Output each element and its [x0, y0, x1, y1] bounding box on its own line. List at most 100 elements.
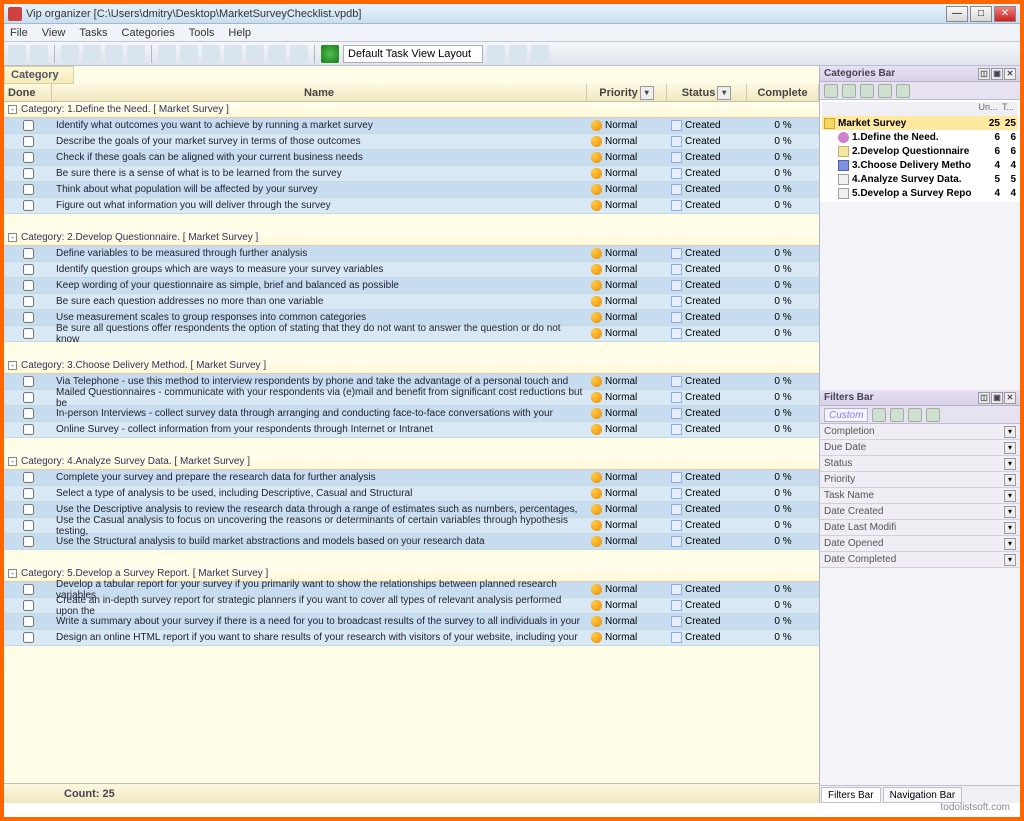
fil-tb-btn[interactable] [926, 408, 940, 422]
group-header[interactable]: -Category: 1.Define the Need. [ Market S… [4, 102, 819, 118]
cat-tb-btn[interactable] [842, 84, 856, 98]
tree-item[interactable]: Market Survey2525 [822, 116, 1018, 130]
dropdown-icon[interactable]: ▾ [1004, 458, 1016, 470]
menu-file[interactable]: File [10, 27, 28, 39]
task-row[interactable]: Complete your survey and prepare the res… [4, 470, 819, 486]
collapse-icon[interactable]: - [8, 457, 17, 466]
menu-tasks[interactable]: Tasks [79, 27, 107, 39]
done-checkbox[interactable] [23, 136, 34, 147]
minimize-button[interactable]: — [946, 6, 968, 22]
cat-tb-btn[interactable] [824, 84, 838, 98]
done-checkbox[interactable] [23, 424, 34, 435]
collapse-icon[interactable]: - [8, 105, 17, 114]
task-row[interactable]: Write a summary about your survey if the… [4, 614, 819, 630]
dropdown-icon[interactable]: ▾ [1004, 538, 1016, 550]
maximize-button[interactable]: □ [970, 6, 992, 22]
task-row[interactable]: Design an online HTML report if you want… [4, 630, 819, 646]
fil-tb-btn[interactable] [872, 408, 886, 422]
filter-row[interactable]: Status▾ [820, 456, 1020, 472]
toolbar-btn[interactable] [487, 45, 505, 63]
toolbar-btn[interactable] [531, 45, 549, 63]
dropdown-icon[interactable]: ▾ [640, 86, 654, 100]
close-button[interactable]: ✕ [994, 6, 1016, 22]
task-row[interactable]: Describe the goals of your market survey… [4, 134, 819, 150]
task-row[interactable]: Identify what outcomes you want to achie… [4, 118, 819, 134]
dropdown-icon[interactable]: ▾ [1004, 554, 1016, 566]
done-checkbox[interactable] [23, 520, 34, 531]
done-checkbox[interactable] [23, 616, 34, 627]
task-row[interactable]: Use the Casual analysis to focus on unco… [4, 518, 819, 534]
fil-tb-btn[interactable] [890, 408, 904, 422]
play-icon[interactable] [321, 45, 339, 63]
filter-row[interactable]: Task Name▾ [820, 488, 1020, 504]
done-checkbox[interactable] [23, 296, 34, 307]
group-header[interactable]: -Category: 3.Choose Delivery Method. [ M… [4, 358, 819, 374]
fil-tb-btn[interactable] [908, 408, 922, 422]
collapse-icon[interactable]: - [8, 569, 17, 578]
task-row[interactable]: Be sure all questions offer respondents … [4, 326, 819, 342]
tree-item[interactable]: 2.Develop Questionnaire66 [822, 144, 1018, 158]
dropdown-icon[interactable]: ▾ [1004, 490, 1016, 502]
dropdown-icon[interactable]: ▾ [1004, 522, 1016, 534]
done-checkbox[interactable] [23, 536, 34, 547]
panel-btn[interactable]: ◫ [978, 68, 990, 80]
done-checkbox[interactable] [23, 152, 34, 163]
toolbar-btn[interactable] [61, 45, 79, 63]
dropdown-icon[interactable]: ▾ [1004, 506, 1016, 518]
done-checkbox[interactable] [23, 280, 34, 291]
task-row[interactable]: Figure out what information you will del… [4, 198, 819, 214]
filter-row[interactable]: Completion▾ [820, 424, 1020, 440]
grid-body[interactable]: -Category: 1.Define the Need. [ Market S… [4, 102, 819, 783]
menu-categories[interactable]: Categories [122, 27, 175, 39]
task-row[interactable]: Online Survey - collect information from… [4, 422, 819, 438]
filter-row[interactable]: Date Opened▾ [820, 536, 1020, 552]
toolbar-btn[interactable] [509, 45, 527, 63]
task-row[interactable]: Use the Structural analysis to build mar… [4, 534, 819, 550]
toolbar-btn[interactable] [8, 45, 26, 63]
toolbar-btn[interactable] [83, 45, 101, 63]
panel-close-icon[interactable]: ✕ [1004, 68, 1016, 80]
task-row[interactable]: Think about what population will be affe… [4, 182, 819, 198]
layout-dropdown[interactable]: Default Task View Layout [343, 45, 483, 63]
toolbar-btn[interactable] [246, 45, 264, 63]
toolbar-btn[interactable] [224, 45, 242, 63]
collapse-icon[interactable]: - [8, 233, 17, 242]
task-row[interactable]: Keep wording of your questionnaire as si… [4, 278, 819, 294]
done-checkbox[interactable] [23, 488, 34, 499]
toolbar-btn[interactable] [202, 45, 220, 63]
task-row[interactable]: Mailed Questionnaires - communicate with… [4, 390, 819, 406]
panel-btn[interactable]: ▣ [991, 392, 1003, 404]
done-checkbox[interactable] [23, 168, 34, 179]
tab-filters-bar[interactable]: Filters Bar [821, 787, 881, 803]
panel-close-icon[interactable]: ✕ [1004, 392, 1016, 404]
done-checkbox[interactable] [23, 120, 34, 131]
done-checkbox[interactable] [23, 376, 34, 387]
filter-row[interactable]: Date Completed▾ [820, 552, 1020, 568]
col-name[interactable]: Name [52, 84, 587, 101]
dropdown-icon[interactable]: ▾ [1004, 474, 1016, 486]
col-status[interactable]: Status▾ [667, 84, 747, 101]
task-row[interactable]: Create an in-depth survey report for str… [4, 598, 819, 614]
task-row[interactable]: Identify question groups which are ways … [4, 262, 819, 278]
group-header[interactable]: -Category: 4.Analyze Survey Data. [ Mark… [4, 454, 819, 470]
done-checkbox[interactable] [23, 248, 34, 259]
toolbar-btn[interactable] [105, 45, 123, 63]
task-row[interactable]: Be sure there is a sense of what is to b… [4, 166, 819, 182]
dropdown-icon[interactable]: ▾ [1004, 426, 1016, 438]
filter-custom-label[interactable]: Custom [824, 408, 868, 422]
task-row[interactable]: Select a type of analysis to be used, in… [4, 486, 819, 502]
done-checkbox[interactable] [23, 472, 34, 483]
menu-view[interactable]: View [42, 27, 66, 39]
task-row[interactable]: Define variables to be measured through … [4, 246, 819, 262]
done-checkbox[interactable] [23, 584, 34, 595]
filter-row[interactable]: Date Created▾ [820, 504, 1020, 520]
done-checkbox[interactable] [23, 600, 34, 611]
done-checkbox[interactable] [23, 504, 34, 515]
panel-btn[interactable]: ▣ [991, 68, 1003, 80]
done-checkbox[interactable] [23, 312, 34, 323]
category-tree[interactable]: Un...T...Market Survey25251.Define the N… [820, 100, 1020, 202]
done-checkbox[interactable] [23, 392, 34, 403]
tree-item[interactable]: 4.Analyze Survey Data.55 [822, 172, 1018, 186]
cat-tb-btn[interactable] [860, 84, 874, 98]
dropdown-icon[interactable]: ▾ [1004, 442, 1016, 454]
